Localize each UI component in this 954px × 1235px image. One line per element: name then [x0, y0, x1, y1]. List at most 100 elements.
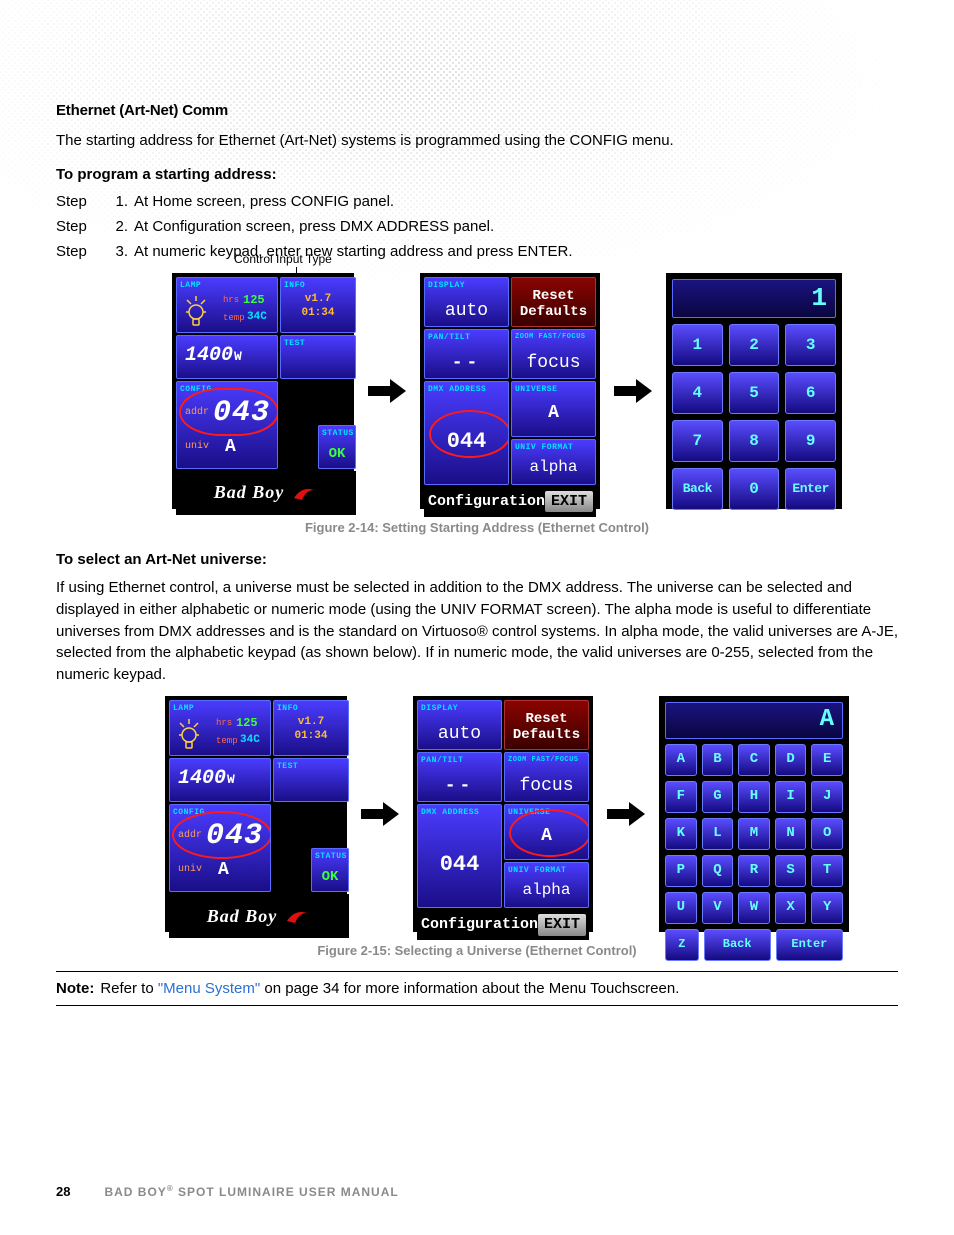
exit-button[interactable]: EXIT	[545, 491, 593, 513]
key-E[interactable]: E	[811, 744, 843, 776]
steps-list: Step1.At Home screen, press CONFIG panel…	[56, 191, 898, 262]
alpha-keypad: A A B C D E F G H I J K L M N O	[659, 696, 849, 932]
key-8[interactable]: 8	[729, 420, 780, 462]
note-rule-top	[56, 971, 898, 972]
key-B[interactable]: B	[702, 744, 734, 776]
program-heading: To program a starting address:	[56, 164, 898, 186]
zoom-focus-panel[interactable]: ZOOM FAST/FOCUSfocus	[504, 752, 589, 802]
universe-panel[interactable]: UNIVERSEA	[504, 804, 589, 860]
zoom-focus-panel[interactable]: ZOOM FAST/FOCUSfocus	[511, 329, 596, 379]
note-text-pre: Refer to	[100, 980, 158, 997]
configuration-screen: DISPLAYauto ResetDefaults PAN/TILT-- ZOO…	[413, 696, 593, 932]
universe-heading: To select an Art-Net universe:	[56, 549, 898, 571]
pan-tilt-panel[interactable]: PAN/TILT--	[424, 329, 509, 379]
keypad-readout: 1	[672, 279, 836, 319]
numeric-keypad: 1 1 2 3 4 5 6 7 8 9 Back 0	[666, 273, 842, 509]
key-back[interactable]: Back	[704, 929, 771, 961]
figure-2-14-caption: Figure 2-14: Setting Starting Address (E…	[56, 519, 898, 538]
watt-panel[interactable]: 1400W	[176, 335, 278, 379]
key-C[interactable]: C	[738, 744, 770, 776]
key-R[interactable]: R	[738, 855, 770, 887]
key-D[interactable]: D	[775, 744, 807, 776]
display-panel[interactable]: DISPLAYauto	[417, 700, 502, 750]
reset-defaults-panel[interactable]: ResetDefaults	[504, 700, 589, 750]
config-footer: ConfigurationEXIT	[417, 910, 589, 940]
step-1: Step1.At Home screen, press CONFIG panel…	[56, 191, 898, 213]
dmx-address-panel[interactable]: DMX ADDRESS044	[417, 804, 502, 908]
status-panel[interactable]: STATUSOK	[311, 848, 349, 892]
status-panel[interactable]: STATUS OK	[318, 425, 356, 469]
key-X[interactable]: X	[775, 892, 807, 924]
control-input-type-label: Control Input Type	[234, 251, 332, 268]
brand-swoosh-icon	[285, 907, 311, 925]
key-H[interactable]: H	[738, 781, 770, 813]
display-panel[interactable]: DISPLAYauto	[424, 277, 509, 327]
page-number: 28	[56, 1184, 70, 1199]
step-3: Step3.At numeric keypad, enter new start…	[56, 241, 898, 263]
home-screen: LAMP hrs125 temp34C INFOv1.701:34 1400W …	[165, 696, 347, 932]
arrow-right-icon	[361, 802, 399, 826]
univ-format-panel[interactable]: UNIV FORMATalpha	[511, 439, 596, 485]
key-6[interactable]: 6	[785, 372, 836, 414]
key-Z[interactable]: Z	[665, 929, 699, 961]
key-P[interactable]: P	[665, 855, 697, 887]
univ-format-panel[interactable]: UNIV FORMATalpha	[504, 862, 589, 908]
key-K[interactable]: K	[665, 818, 697, 850]
lamp-panel[interactable]: LAMP hrs 125 temp	[176, 277, 278, 333]
key-Y[interactable]: Y	[811, 892, 843, 924]
key-W[interactable]: W	[738, 892, 770, 924]
universe-paragraph: If using Ethernet control, a universe mu…	[56, 577, 898, 686]
key-enter[interactable]: Enter	[785, 468, 836, 510]
watt-panel[interactable]: 1400W	[169, 758, 271, 802]
config-panel[interactable]: CONFIG addr043 univA	[169, 804, 271, 892]
key-V[interactable]: V	[702, 892, 734, 924]
exit-button[interactable]: EXIT	[538, 914, 586, 936]
key-1[interactable]: 1	[672, 324, 723, 366]
key-F[interactable]: F	[665, 781, 697, 813]
key-J[interactable]: J	[811, 781, 843, 813]
dmx-address-panel[interactable]: DMX ADDRESS 044	[424, 381, 509, 485]
key-Q[interactable]: Q	[702, 855, 734, 887]
brand-swoosh-icon	[292, 484, 318, 502]
key-3[interactable]: 3	[785, 324, 836, 366]
info-panel[interactable]: INFO v1.7 01:34	[280, 277, 356, 333]
home-screen: LAMP hrs 125 temp	[172, 273, 354, 509]
key-U[interactable]: U	[665, 892, 697, 924]
note-label: Note:	[56, 978, 94, 1000]
key-7[interactable]: 7	[672, 420, 723, 462]
key-L[interactable]: L	[702, 818, 734, 850]
brand-footer: Bad Boy	[176, 471, 356, 515]
key-2[interactable]: 2	[729, 324, 780, 366]
step-2: Step2.At Configuration screen, press DMX…	[56, 216, 898, 238]
key-O[interactable]: O	[811, 818, 843, 850]
lamp-icon	[183, 292, 209, 328]
info-panel[interactable]: INFOv1.701:34	[273, 700, 349, 756]
key-A[interactable]: A	[665, 744, 697, 776]
key-5[interactable]: 5	[729, 372, 780, 414]
key-N[interactable]: N	[775, 818, 807, 850]
key-M[interactable]: M	[738, 818, 770, 850]
key-G[interactable]: G	[702, 781, 734, 813]
key-enter[interactable]: Enter	[776, 929, 843, 961]
section-title: Ethernet (Art-Net) Comm	[56, 100, 898, 122]
lamp-icon	[176, 715, 202, 751]
lamp-panel[interactable]: LAMP hrs125 temp34C	[169, 700, 271, 756]
reset-defaults-panel[interactable]: ResetDefaults	[511, 277, 596, 327]
test-panel[interactable]: TEST	[273, 758, 349, 802]
config-panel[interactable]: CONFIG addr 043 univ A	[176, 381, 278, 469]
key-T[interactable]: T	[811, 855, 843, 887]
key-4[interactable]: 4	[672, 372, 723, 414]
menu-system-link[interactable]: "Menu System"	[158, 980, 260, 997]
configuration-screen: DISPLAYauto ResetDefaults PAN/TILT-- ZOO…	[420, 273, 600, 509]
key-9[interactable]: 9	[785, 420, 836, 462]
manual-title: BAD BOY® SPOT LUMINAIRE USER MANUAL	[104, 1184, 398, 1199]
config-footer: Configuration EXIT	[424, 487, 596, 517]
key-0[interactable]: 0	[729, 468, 780, 510]
key-back[interactable]: Back	[672, 468, 723, 510]
pan-tilt-panel[interactable]: PAN/TILT--	[417, 752, 502, 802]
universe-panel[interactable]: UNIVERSEA	[511, 381, 596, 437]
key-S[interactable]: S	[775, 855, 807, 887]
key-I[interactable]: I	[775, 781, 807, 813]
note-text-post: on page 34 for more information about th…	[260, 980, 679, 997]
test-panel[interactable]: TEST	[280, 335, 356, 379]
